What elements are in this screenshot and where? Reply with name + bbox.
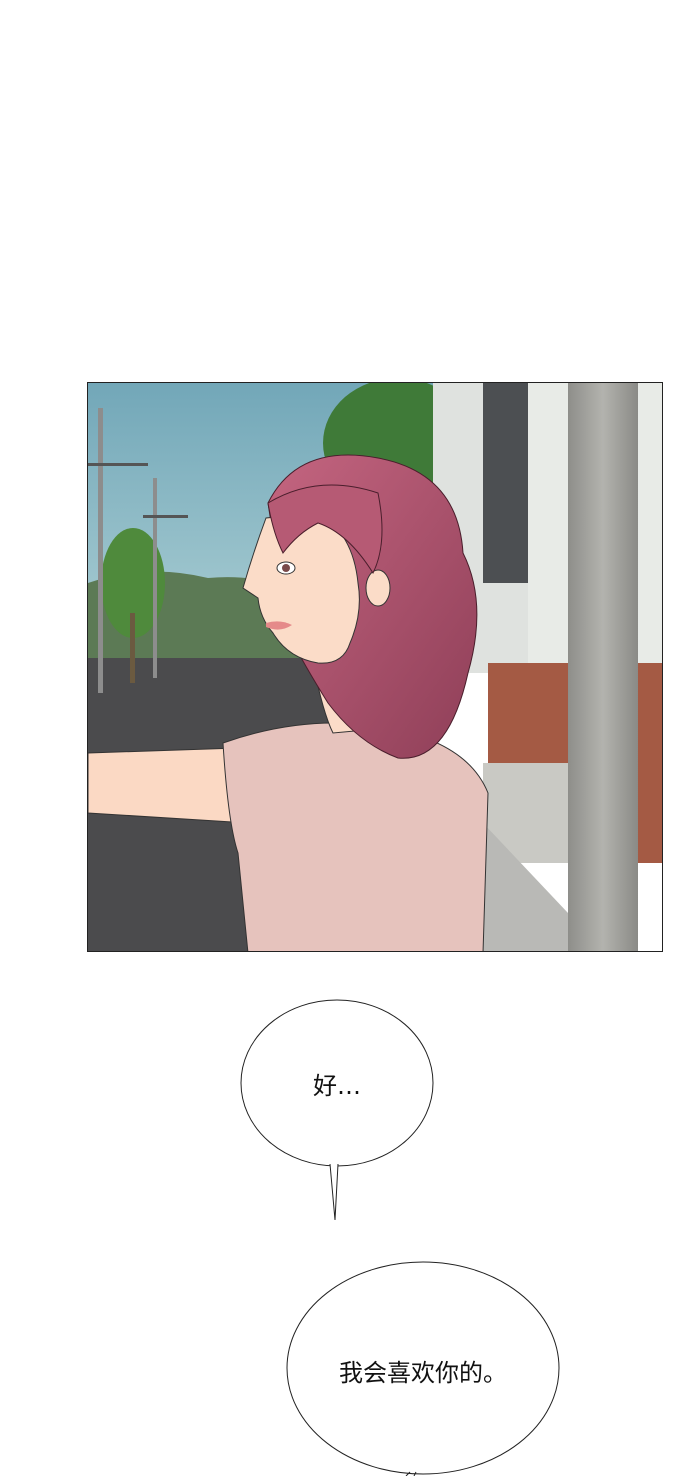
bubble-layer <box>240 999 560 1476</box>
speech-bubble-1 <box>240 999 434 1221</box>
speech-bubble-1-text: 好… <box>313 1072 361 1100</box>
speech-bubble-2-text: 我会喜欢你的。 <box>339 1359 507 1387</box>
